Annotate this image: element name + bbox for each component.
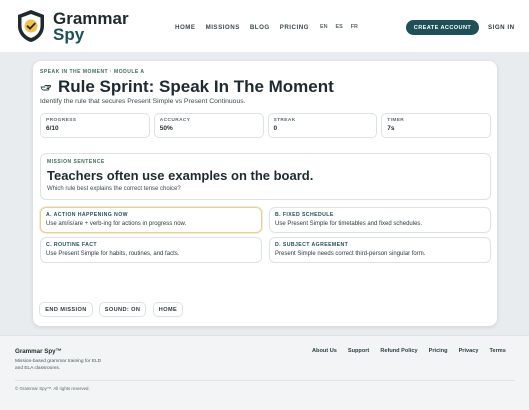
stat-accuracy: ACCURACY 50% — [153, 113, 264, 138]
sign-in-link[interactable]: SIGN IN — [488, 24, 515, 31]
mission-label: MISSION SENTENCE — [47, 159, 105, 165]
lang-es[interactable]: ES — [336, 24, 343, 30]
footer-brand: Grammar Spy™ — [15, 348, 62, 355]
footer-link-support[interactable]: Support — [348, 348, 369, 354]
hand-pointing-icon — [40, 85, 52, 91]
shield-logo-icon[interactable] — [16, 9, 46, 43]
stat-label: STREAK — [273, 118, 296, 123]
sound-toggle-button[interactable]: SOUND: ON — [99, 302, 146, 317]
page-title: Rule Sprint: Speak In The Moment — [58, 77, 334, 96]
nav-home[interactable]: HOME — [175, 24, 196, 31]
footer-link-refund[interactable]: Refund Policy — [380, 348, 417, 354]
nav-missions[interactable]: MISSIONS — [206, 24, 240, 31]
option-a[interactable]: A. ACTION HAPPENING NOW Use am/is/are + … — [40, 207, 262, 233]
footer-link-pricing[interactable]: Pricing — [429, 348, 448, 354]
lesson-subtitle: Identify the rule that secures Present S… — [40, 98, 246, 105]
footer-divider — [15, 380, 514, 381]
lesson-kicker: SPEAK IN THE MOMENT · MODULE A — [40, 69, 145, 75]
option-d[interactable]: D. SUBJECT AGREEMENT Present Simple need… — [269, 237, 491, 263]
site-header: Grammar Spy HOME MISSIONS BLOG PRICING E… — [0, 0, 529, 52]
option-label: A. ACTION HAPPENING NOW — [46, 212, 128, 218]
footer-links: About Us Support Refund Policy Pricing P… — [312, 348, 506, 354]
stat-label: PROGRESS — [46, 118, 77, 123]
option-b[interactable]: B. FIXED SCHEDULE Use Present Simple for… — [269, 207, 491, 233]
stats-row: PROGRESS 6/10 ACCURACY 50% STREAK 0 TIME… — [40, 113, 491, 138]
stat-timer: TIMER 7s — [381, 113, 491, 138]
footer-link-privacy[interactable]: Privacy — [459, 348, 479, 354]
lang-fr[interactable]: FR — [351, 24, 358, 30]
brand-line2: Spy — [53, 25, 85, 44]
stat-value: 6/10 — [46, 125, 59, 132]
stat-progress: PROGRESS 6/10 — [40, 113, 150, 138]
option-label: D. SUBJECT AGREEMENT — [275, 242, 349, 248]
stat-value: 7s — [387, 125, 395, 132]
option-description: Use Present Simple for timetables and fi… — [275, 221, 423, 227]
option-description: Use am/is/are + verb-ing for actions in … — [46, 221, 187, 227]
mission-question: Which rule best explains the correct ten… — [47, 186, 181, 192]
end-mission-button[interactable]: END MISSION — [39, 302, 93, 317]
home-button[interactable]: HOME — [153, 302, 183, 317]
title-row: Rule Sprint: Speak In The Moment — [40, 77, 334, 97]
nav-blog[interactable]: BLOG — [250, 24, 270, 31]
lang-en[interactable]: EN — [320, 24, 328, 30]
option-description: Present Simple needs correct third-perso… — [275, 251, 426, 257]
footer-copyright: © Grammar Spy™. All rights reserved. — [15, 386, 90, 391]
mission-sentence: Teachers often use examples on the board… — [47, 168, 314, 183]
stat-label: TIMER — [387, 118, 405, 123]
mission-sentence-box: MISSION SENTENCE Teachers often use exam… — [40, 153, 491, 200]
stat-value: 50% — [159, 125, 173, 132]
option-c[interactable]: C. ROUTINE FACT Use Present Simple for h… — [40, 237, 262, 263]
main-nav: HOME MISSIONS BLOG PRICING — [175, 24, 309, 31]
language-switcher: EN ES FR — [320, 24, 358, 30]
stat-label: ACCURACY — [159, 118, 191, 123]
option-label: C. ROUTINE FACT — [46, 242, 97, 248]
nav-pricing[interactable]: PRICING — [280, 24, 309, 31]
option-label: B. FIXED SCHEDULE — [275, 212, 334, 218]
create-account-button[interactable]: CREATE ACCOUNT — [406, 20, 479, 35]
mission-card: SPEAK IN THE MOMENT · MODULE A Rule Spri… — [33, 61, 497, 326]
site-footer: Grammar Spy™ Mission-based grammar train… — [0, 335, 529, 410]
stat-streak: STREAK 0 — [267, 113, 378, 138]
option-description: Use Present Simple for habits, routines,… — [46, 251, 180, 257]
brand-name[interactable]: Grammar Spy — [53, 10, 129, 44]
footer-link-about[interactable]: About Us — [312, 348, 337, 354]
stat-value: 0 — [273, 125, 278, 132]
footer-description: Mission-based grammar training for ELD a… — [15, 359, 102, 371]
footer-link-terms[interactable]: Terms — [489, 348, 505, 354]
